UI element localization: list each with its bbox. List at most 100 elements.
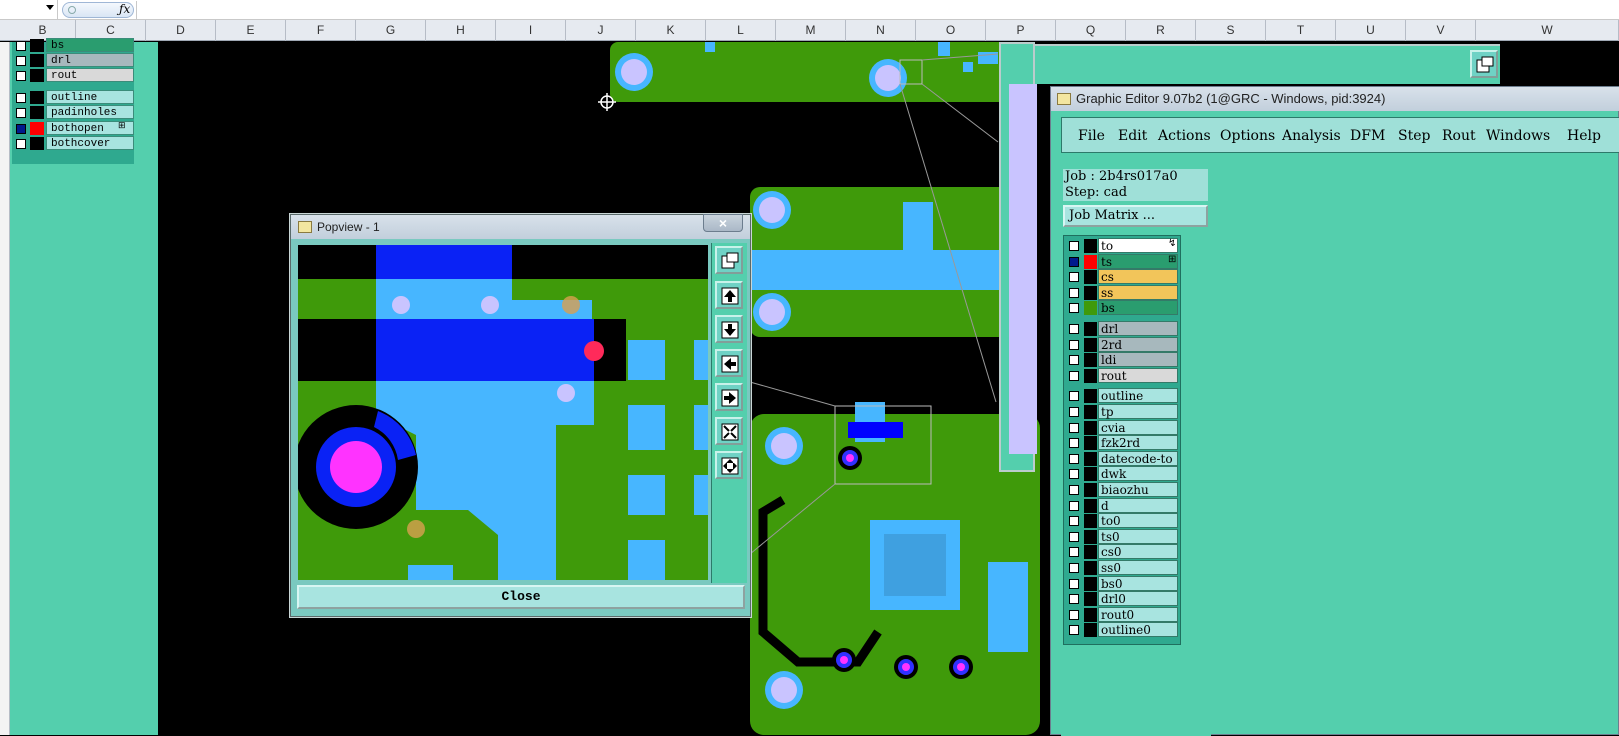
column-header-cell[interactable]: T xyxy=(1266,20,1336,41)
layer-checkbox[interactable] xyxy=(1069,500,1079,511)
column-header-cell[interactable]: G xyxy=(356,20,426,41)
graphic-editor-window[interactable]: Graphic Editor 9.07b2 (1@GRC - Windows, … xyxy=(1050,86,1619,736)
left-layer-row[interactable]: bothopen ⊞ xyxy=(12,121,134,136)
layer-row-drl0[interactable]: drl0 xyxy=(1064,591,1179,607)
zoom-out-button[interactable] xyxy=(715,451,743,479)
layer-row-bs[interactable]: bs xyxy=(1064,300,1179,316)
layer-row-cs0[interactable]: cs0 xyxy=(1064,544,1179,560)
popview-canvas[interactable] xyxy=(298,245,708,580)
layer-checkbox[interactable] xyxy=(1069,625,1079,636)
layer-checkbox[interactable] xyxy=(1069,563,1079,573)
layer-checkbox[interactable] xyxy=(16,56,26,66)
layer-row-ts[interactable]: ts ⊞ xyxy=(1064,253,1179,270)
layer-checkbox[interactable] xyxy=(1069,531,1079,542)
layer-row-ss[interactable]: ss xyxy=(1064,284,1179,301)
layer-checkbox[interactable] xyxy=(1069,256,1079,267)
column-header-cell[interactable]: K xyxy=(636,20,706,41)
background-editor-window[interactable] xyxy=(999,42,1037,472)
menu-help[interactable]: Help xyxy=(1567,118,1601,154)
popview-titlebar[interactable]: Popview - 1 × xyxy=(291,214,750,239)
menu-rout[interactable]: Rout xyxy=(1442,118,1476,154)
layer-row-ss0[interactable]: ss0 xyxy=(1064,560,1179,576)
layer-checkbox[interactable] xyxy=(1069,485,1079,495)
menu-step[interactable]: Step xyxy=(1398,118,1430,154)
layer-row-cs[interactable]: cs xyxy=(1064,269,1179,285)
menu-windows[interactable]: Windows xyxy=(1486,118,1550,154)
column-header-cell[interactable]: I xyxy=(496,20,566,41)
layer-row-drl[interactable]: drl xyxy=(1064,321,1179,337)
layer-row-bs0[interactable]: bs0 xyxy=(1064,575,1179,592)
layer-row-rout[interactable]: rout xyxy=(1064,367,1179,384)
column-header-cell[interactable]: E xyxy=(216,20,286,41)
close-window-button[interactable]: × xyxy=(703,214,743,232)
column-header-cell[interactable]: R xyxy=(1126,20,1196,41)
pan-down-button[interactable] xyxy=(715,315,743,343)
layer-checkbox[interactable] xyxy=(1069,272,1079,283)
column-header-cell[interactable]: Q xyxy=(1056,20,1126,41)
layer-row-d[interactable]: d xyxy=(1064,497,1179,514)
layer-checkbox[interactable] xyxy=(1069,287,1079,298)
menu-dfm[interactable]: DFM xyxy=(1350,118,1385,154)
column-header-cell[interactable]: V xyxy=(1406,20,1476,41)
layer-checkbox[interactable] xyxy=(1069,324,1079,334)
menu-options[interactable]: Options xyxy=(1220,118,1275,154)
column-header-cell[interactable]: S xyxy=(1196,20,1266,41)
fit-button[interactable] xyxy=(715,246,743,274)
layer-row-ldi[interactable]: ldi xyxy=(1064,352,1179,368)
menu-actions[interactable]: Actions xyxy=(1158,118,1211,154)
layer-row-outline[interactable]: outline xyxy=(1064,388,1179,404)
column-header-cell[interactable]: J xyxy=(566,20,636,41)
layer-checkbox[interactable] xyxy=(1069,241,1079,251)
layer-checkbox[interactable] xyxy=(16,108,26,118)
layer-checkbox[interactable] xyxy=(16,71,26,81)
zoom-in-button[interactable] xyxy=(715,417,743,445)
layer-row-tp[interactable]: tp xyxy=(1064,404,1179,420)
column-header-cell[interactable]: N xyxy=(846,20,916,41)
layer-row-ts0[interactable]: ts0 xyxy=(1064,528,1179,545)
layer-checkbox[interactable] xyxy=(1069,370,1079,381)
name-box-dropdown[interactable] xyxy=(0,0,58,19)
layer-checkbox[interactable] xyxy=(1069,303,1079,314)
layer-row-to[interactable]: to ↯ xyxy=(1064,238,1179,254)
left-layer-row[interactable]: bs xyxy=(12,38,134,53)
layer-row-to0[interactable]: to0 xyxy=(1064,513,1179,529)
editor-titlebar[interactable]: Graphic Editor 9.07b2 (1@GRC - Windows, … xyxy=(1051,87,1619,111)
layer-row-biaozhu[interactable]: biaozhu xyxy=(1064,482,1179,498)
left-layer-row[interactable]: rout xyxy=(12,68,134,83)
layer-checkbox[interactable] xyxy=(1069,355,1079,366)
layer-checkbox[interactable] xyxy=(16,139,26,149)
left-layer-row[interactable]: bothcover xyxy=(12,136,134,151)
left-layer-row[interactable]: drl xyxy=(12,53,134,68)
layer-checkbox[interactable] xyxy=(1069,453,1079,464)
pan-up-button[interactable] xyxy=(715,281,743,309)
layer-checkbox[interactable] xyxy=(1069,516,1079,527)
layer-checkbox[interactable] xyxy=(1069,407,1079,417)
layer-row-2rd[interactable]: 2rd xyxy=(1064,336,1179,353)
column-header-cell[interactable]: M xyxy=(776,20,846,41)
formula-toggle[interactable]: ƒx xyxy=(62,2,134,18)
background-fit-button[interactable] xyxy=(1470,50,1498,78)
column-header-cell[interactable]: H xyxy=(426,20,496,41)
pan-left-button[interactable] xyxy=(715,349,743,377)
layer-row-dwk[interactable]: dwk xyxy=(1064,466,1179,482)
layer-checkbox[interactable] xyxy=(1069,339,1079,350)
layer-checkbox[interactable] xyxy=(1069,609,1079,620)
layer-checkbox[interactable] xyxy=(16,41,26,51)
editor-canvas-area[interactable] xyxy=(1174,167,1619,736)
column-header-cell[interactable]: P xyxy=(986,20,1056,41)
layer-row-rout0[interactable]: rout0 xyxy=(1064,606,1179,623)
column-header-cell[interactable]: U xyxy=(1336,20,1406,41)
layer-checkbox[interactable] xyxy=(16,93,26,103)
popview-window[interactable]: Popview - 1 × Close xyxy=(290,214,751,617)
left-layer-row[interactable]: padinholes xyxy=(12,105,134,120)
layer-checkbox[interactable] xyxy=(1069,547,1079,558)
pan-right-button[interactable] xyxy=(715,383,743,411)
layer-row-cvia[interactable]: cvia xyxy=(1064,419,1179,436)
formula-input[interactable] xyxy=(136,1,1619,19)
left-layer-row[interactable]: outline xyxy=(12,90,134,105)
column-header-cell[interactable]: L xyxy=(706,20,776,41)
column-header-cell[interactable]: O xyxy=(916,20,986,41)
layer-row-outline0[interactable]: outline0 xyxy=(1064,622,1179,638)
column-header-cell[interactable]: D xyxy=(146,20,216,41)
column-header-cell[interactable]: F xyxy=(286,20,356,41)
